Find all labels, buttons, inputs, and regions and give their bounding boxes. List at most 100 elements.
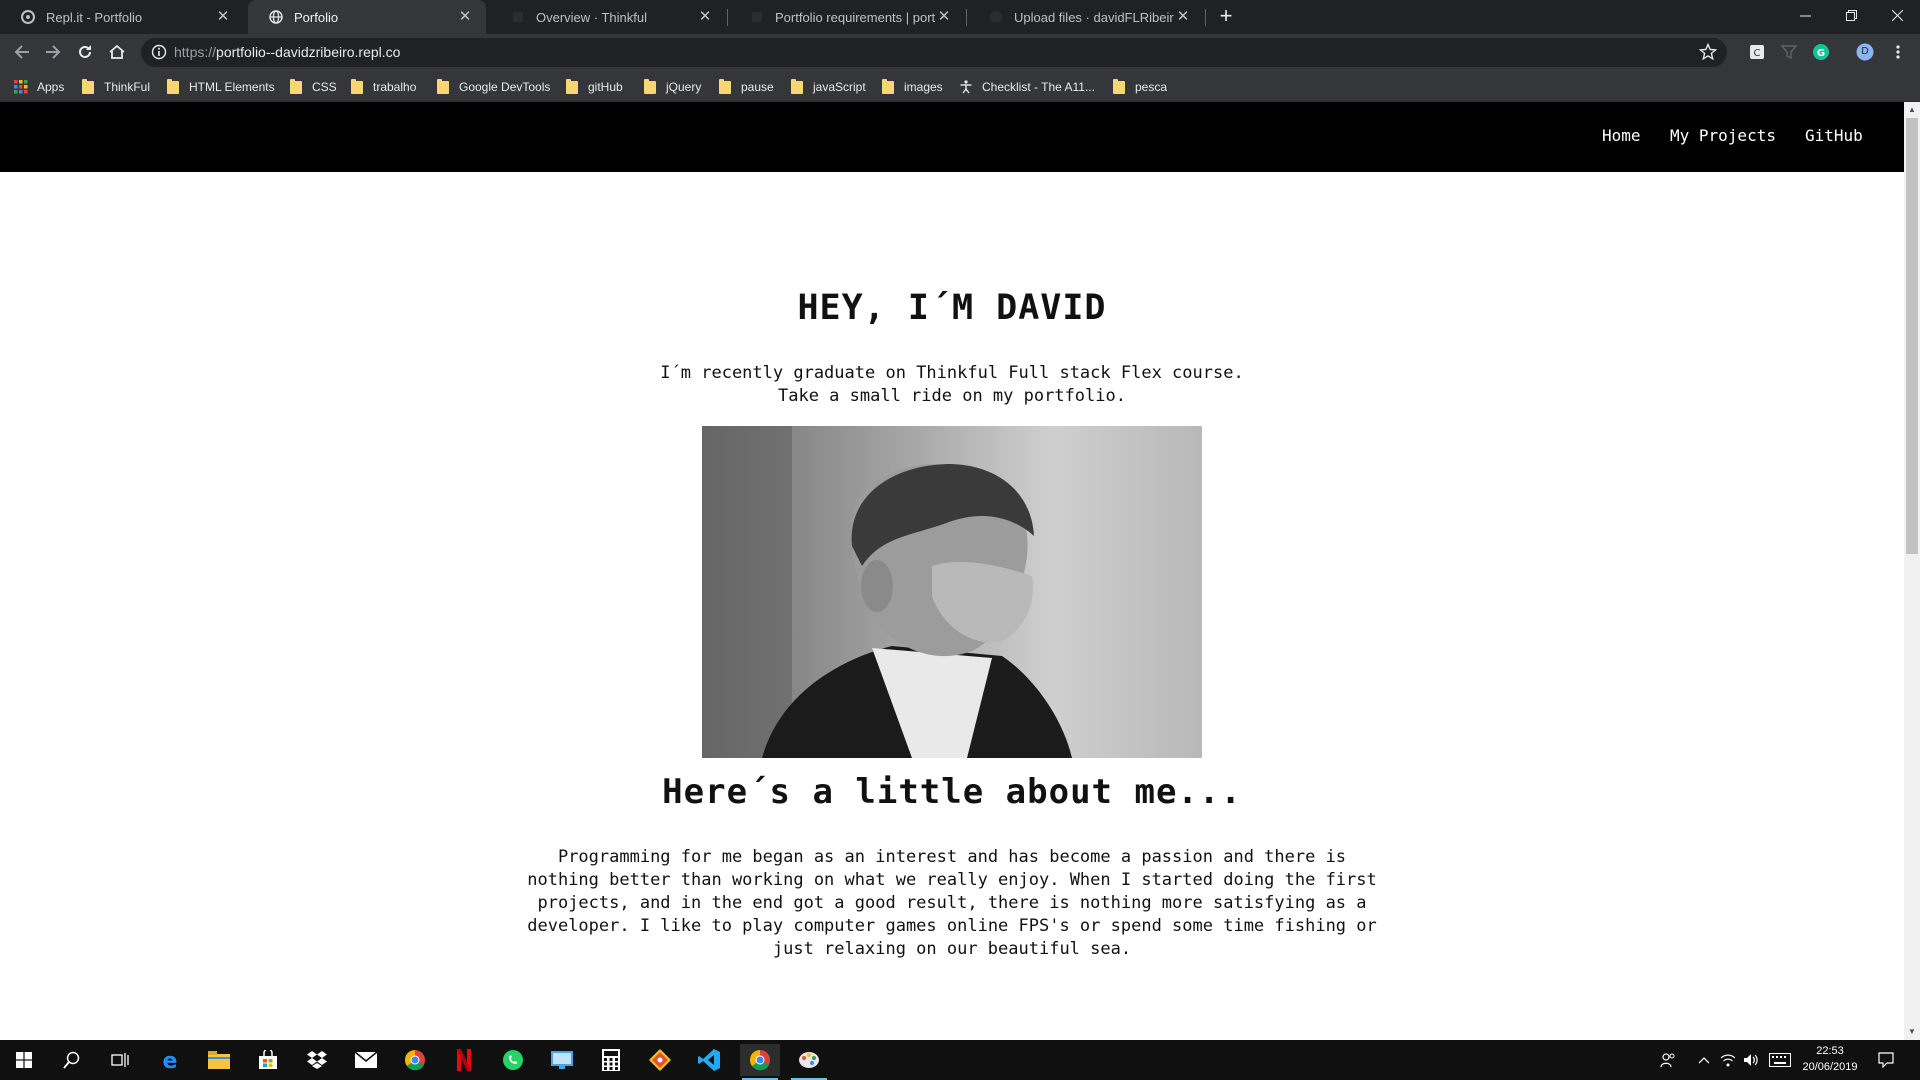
tab-close-icon[interactable]: ✕ [696,8,714,26]
info-icon[interactable] [151,44,167,60]
scrollbar-thumb[interactable] [1906,118,1918,554]
globe-icon [268,9,284,25]
tab-thinkful[interactable]: Overview · Thinkful ✕ [490,0,726,34]
bookmark-label: jQuery [666,80,702,94]
bookmark-label: images [904,80,943,94]
taskbar-chrome[interactable] [395,1044,435,1076]
bookmark-folder-google-devtools[interactable]: Google DevTools [437,77,550,97]
tab-separator [966,9,967,26]
task-view-button[interactable] [100,1044,140,1076]
taskbar-file-explorer[interactable] [199,1044,239,1076]
scroll-down-arrow-icon[interactable]: ▼ [1904,1024,1920,1040]
bookmark-folder-javascript[interactable]: javaScript [791,77,866,97]
taskbar-mail[interactable] [346,1044,386,1076]
taskbar-calculator[interactable] [591,1044,631,1076]
bookmark-label: Google DevTools [459,80,551,94]
about-heading: Here´s a little about me... [662,772,1242,812]
profile-avatar[interactable]: D [1856,43,1874,61]
search-icon [63,1051,80,1069]
arrow-left-icon [14,45,29,59]
tab-close-icon[interactable]: ✕ [456,8,474,26]
web-page: Home My Projects GitHub HEY, I´M DAVID I… [0,102,1904,1040]
bookmark-star-icon[interactable] [1699,43,1717,61]
taskbar-paint[interactable] [789,1044,829,1080]
wifi-icon[interactable] [1719,1050,1737,1070]
tab-portfolio-requirements[interactable]: Portfolio requirements | portfolio ✕ [729,0,965,34]
search-button[interactable] [52,1044,92,1076]
folder-icon [351,78,363,94]
bookmark-folder-github[interactable]: gitHub [566,77,623,97]
taskbar-edge[interactable]: e [150,1044,190,1076]
bookmark-folder-trabalho[interactable]: trabalho [351,77,416,97]
tab-close-icon[interactable]: ✕ [935,8,953,26]
action-center-icon[interactable] [1877,1050,1895,1070]
scroll-up-arrow-icon[interactable]: ▲ [1904,102,1920,118]
url-text[interactable]: https://portfolio--davidzribeiro.repl.co [174,44,400,60]
minimize-button[interactable] [1782,0,1828,30]
show-hidden-icons-chevron-icon[interactable] [1695,1050,1713,1070]
bookmark-label: trabalho [373,80,417,94]
apps-grid-icon [14,80,28,94]
bookmark-folder-pesca[interactable]: pesca [1113,77,1167,97]
bookmark-folder-pause[interactable]: pause [719,77,774,97]
windows-logo-icon [16,1052,32,1068]
dropbox-icon [307,1051,327,1069]
home-button[interactable] [104,39,130,65]
bookmark-folder-thinkful[interactable]: ThinkFul [82,77,150,97]
nav-link-my-projects[interactable]: My Projects [1670,126,1776,145]
hero-subtitle-line: Take a small ride on my portfolio. [778,386,1126,406]
folder-icon [644,78,656,94]
taskbar-chrome-active[interactable] [740,1044,780,1080]
taskbar-whatsapp[interactable] [493,1044,533,1076]
bookmark-folder-html-elements[interactable]: HTML Elements [167,77,275,97]
folder-icon [791,78,803,94]
taskbar-git[interactable] [640,1044,680,1076]
clock-date: 20/06/2019 [1802,1061,1858,1073]
reload-button[interactable] [72,39,98,65]
tab-github-upload[interactable]: Upload files · davidFLRibeiro/POR ✕ [968,0,1204,34]
start-button[interactable] [4,1044,44,1076]
close-window-button[interactable] [1874,0,1920,30]
back-button[interactable] [9,39,35,65]
menu-kebab-icon[interactable] [1889,43,1907,61]
people-icon[interactable] [1659,1050,1677,1070]
svg-text:e: e [163,1049,178,1071]
volume-icon[interactable] [1742,1050,1760,1070]
bookmark-apps[interactable]: Apps [14,77,64,97]
url-host: portfolio--davidzribeiro.repl.co [216,44,401,60]
bookmark-checklist-a11y[interactable]: Checklist - The A11... [959,77,1095,97]
github-favicon-icon [988,9,1004,25]
whatsapp-icon [503,1050,523,1070]
vscode-icon [698,1049,720,1071]
address-bar[interactable]: https://portfolio--davidzribeiro.repl.co [141,38,1727,67]
taskbar-remote-desktop[interactable] [542,1044,582,1076]
bookmark-folder-css[interactable]: CSS [290,77,337,97]
taskbar-dropbox[interactable] [297,1044,337,1076]
forward-button[interactable] [40,39,66,65]
nav-link-github[interactable]: GitHub [1805,126,1863,145]
bookmark-folder-jquery[interactable]: jQuery [644,77,701,97]
hero-subtitle-line: I´m recently graduate on Thinkful Full s… [660,363,1244,383]
taskbar-netflix[interactable] [444,1044,484,1076]
bookmark-folder-images[interactable]: images [882,77,943,97]
restore-button[interactable] [1828,0,1874,30]
taskbar-clock[interactable]: 22:53 20/06/2019 [1790,1043,1870,1075]
tab-replit[interactable]: Repl.it - Portfolio ✕ [0,0,244,34]
mail-icon [355,1052,377,1068]
tab-portfolio[interactable]: Porfolio ✕ [248,0,486,34]
home-icon [109,44,125,59]
paint-palette-icon [799,1052,819,1068]
extension-funnel-icon[interactable] [1780,43,1798,61]
nav-link-home[interactable]: Home [1602,126,1641,145]
taskbar-vscode[interactable] [689,1044,729,1076]
keyboard-icon[interactable] [1768,1050,1792,1070]
extension-c-icon[interactable]: C [1748,43,1766,61]
tab-close-icon[interactable]: ✕ [214,8,232,26]
new-tab-button[interactable]: + [1214,5,1238,29]
browser-toolbar: https://portfolio--davidzribeiro.repl.co… [0,34,1920,71]
clock-time: 22:53 [1816,1045,1844,1057]
grammarly-icon[interactable]: G [1812,43,1830,61]
tab-close-icon[interactable]: ✕ [1174,8,1192,26]
taskbar-store[interactable] [248,1044,288,1076]
tab-title: Upload files · davidFLRibeiro/POR [1014,9,1174,25]
